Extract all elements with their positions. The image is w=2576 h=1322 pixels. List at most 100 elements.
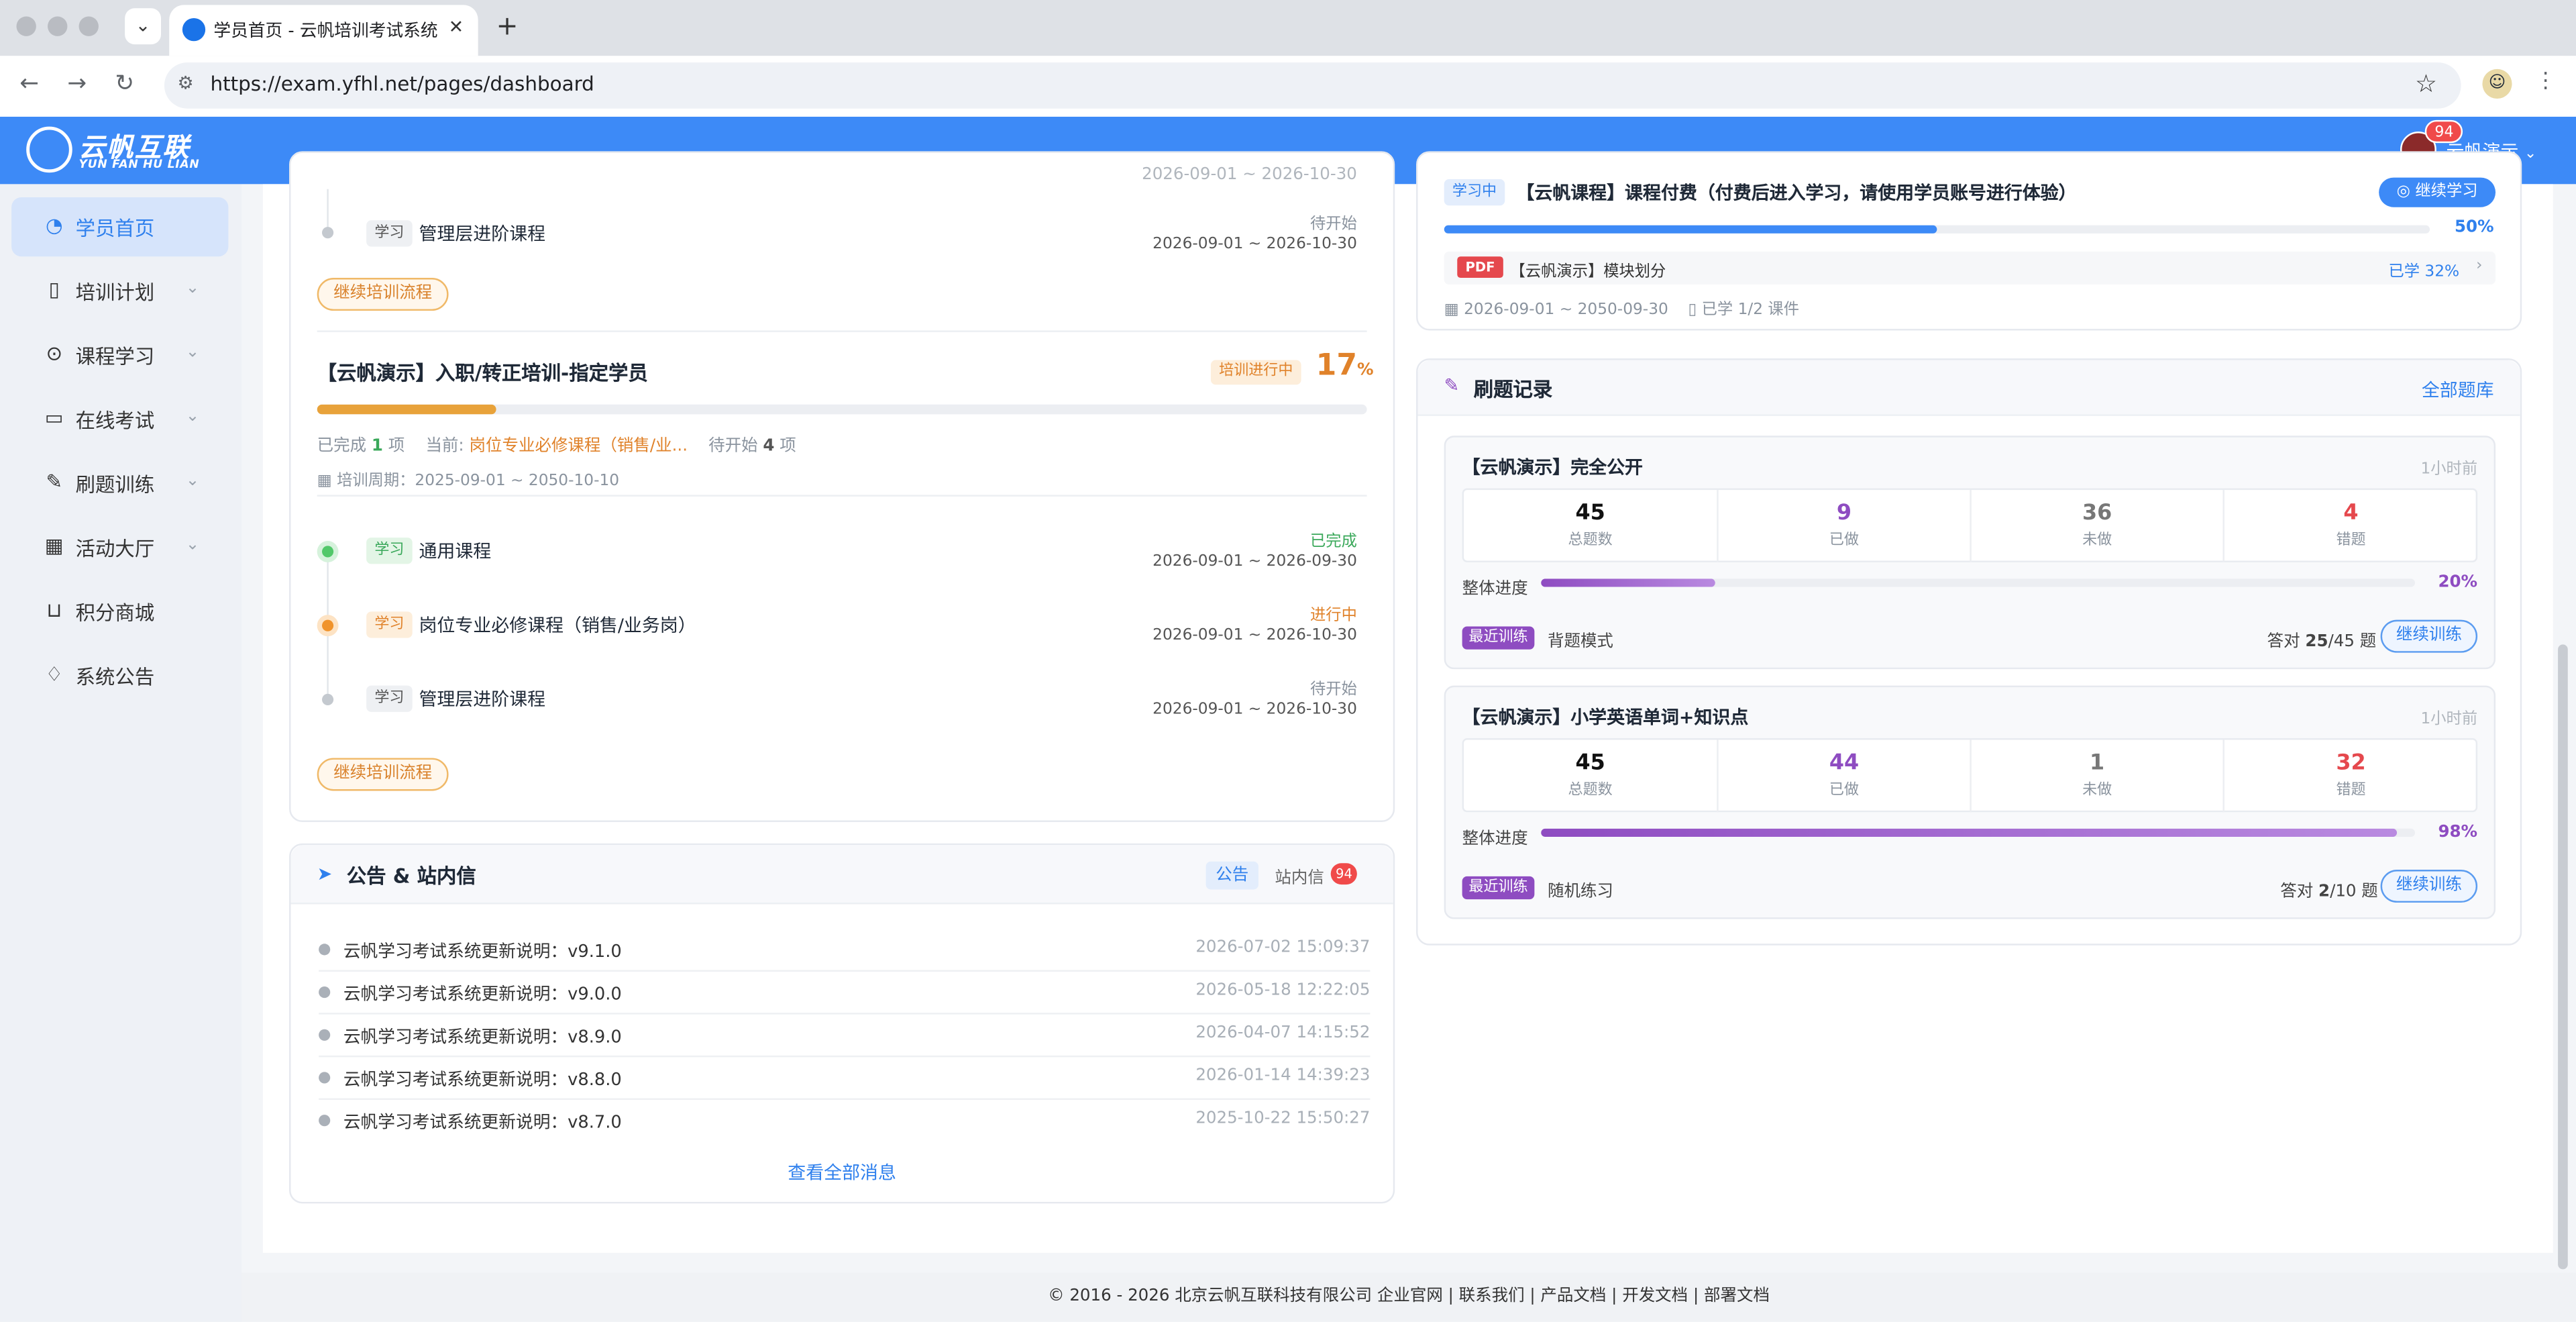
play-icon: ⊙ xyxy=(46,342,63,365)
answer-suffix: 题 xyxy=(2359,633,2377,652)
training-card: 2026-09-01 ~ 2026-10-30 学习 管理层进阶课程 待开始 2… xyxy=(289,151,1395,822)
step-name[interactable]: 管理层进阶课程 xyxy=(419,686,545,712)
stat-total: 45 总题数 xyxy=(1464,740,1719,813)
announcement-text[interactable]: 云帆学习考试系统更新说明：v9.1.0 xyxy=(343,939,622,964)
continue-training-button[interactable]: 继续培训流程 xyxy=(317,278,449,311)
course-card: 学习中 【云帆课程】课程付费（付费后进入学习，请使用学员账号进行体验） ◎ 继续… xyxy=(1416,151,2522,331)
browser-tab[interactable]: 学员首页 - 云帆培训考试系统 ✕ xyxy=(169,5,478,56)
new-tab-plus-icon[interactable]: + xyxy=(496,10,519,42)
announcement-item[interactable]: 云帆学习考试系统更新说明：v9.1.0 2026-07-02 15:09:37 xyxy=(319,929,1371,972)
bank-percent: 20% xyxy=(2438,574,2478,592)
announcement-text[interactable]: 云帆学习考试系统更新说明：v9.0.0 xyxy=(343,982,622,1007)
announcement-item[interactable]: 云帆学习考试系统更新说明：v9.0.0 2026-05-18 12:22:05 xyxy=(319,972,1371,1015)
bullet-dot xyxy=(319,986,331,999)
course-progress-fill xyxy=(1444,225,1937,234)
step-date: 2026-09-01 ~ 2026-10-30 xyxy=(1152,235,1357,254)
announcement-text[interactable]: 云帆学习考试系统更新说明：v8.7.0 xyxy=(343,1110,622,1135)
forward-arrow-icon[interactable]: → xyxy=(67,70,87,97)
tab-search-chevron-icon[interactable]: ⌄ xyxy=(125,8,162,45)
site-settings-icon[interactable]: ⚙ xyxy=(177,72,193,94)
view-all-text: 查看全部消息 xyxy=(788,1162,896,1184)
content-panel: 2026-09-01 ~ 2026-10-30 学习 管理层进阶课程 待开始 2… xyxy=(262,151,2553,1253)
sidebar-item-mall[interactable]: ⊔ 积分商城 xyxy=(11,582,228,641)
file-icon: ▯ xyxy=(1688,301,1697,319)
sidebar-item-dashboard[interactable]: ◔ 学员首页 xyxy=(11,197,229,257)
stat-label: 错题 xyxy=(2336,532,2366,550)
recent-training-tag: 最近训练 xyxy=(1462,876,1535,900)
book-icon: ▯ xyxy=(48,278,60,301)
calendar-icon: ▦ xyxy=(317,472,332,491)
browser-menu-icon[interactable]: ⋮ xyxy=(2535,69,2557,94)
timeline-dot-active xyxy=(322,619,334,631)
view-all-messages-link[interactable]: 查看全部消息 xyxy=(290,1159,1393,1185)
stat-wrong: 4 错题 xyxy=(2224,490,2477,562)
logo-subtext: YUN FAN HU LIAN xyxy=(78,158,200,171)
tab-close-icon[interactable]: ✕ xyxy=(449,17,464,38)
plan-title[interactable]: 【云帆演示】入职/转正培训-指定学员 xyxy=(317,358,648,387)
address-bar[interactable]: ⚙ https://exam.yfhl.net/pages/dashboard … xyxy=(164,62,2461,109)
announcement-item[interactable]: 云帆学习考试系统更新说明：v8.9.0 2026-04-07 14:15:52 xyxy=(319,1015,1371,1058)
announcement-item[interactable]: 云帆学习考试系统更新说明：v8.8.0 2026-01-14 14:39:23 xyxy=(319,1057,1371,1101)
announcement-item[interactable]: 云帆学习考试系统更新说明：v8.7.0 2025-10-22 15:50:27 xyxy=(319,1100,1370,1143)
sidebar-item-training-plan[interactable]: ▯ 培训计划 ⌄ xyxy=(11,262,228,321)
bullet-dot xyxy=(319,1115,331,1127)
stat-label: 已做 xyxy=(1829,782,1860,799)
stat-label: 已做 xyxy=(1829,532,1860,550)
training-mode: 随机练习 xyxy=(1547,882,1613,901)
page-scrollbar[interactable] xyxy=(2558,644,2568,1270)
course-title[interactable]: 【云帆课程】课程付费（付费后进入学习，请使用学员账号进行体验） xyxy=(1516,179,2076,205)
announcement-time: 2026-01-14 14:39:23 xyxy=(1195,1067,1371,1085)
profile-avatar-icon[interactable]: ☺ xyxy=(2482,68,2512,99)
all-question-bank-link[interactable]: 全部题库 xyxy=(2422,376,2494,403)
bank-name: 【云帆演示】完全公开 xyxy=(1462,457,1643,478)
bookmark-star-icon[interactable]: ☆ xyxy=(2415,69,2437,99)
announcement-title: 公告 & 站内信 xyxy=(346,864,476,888)
back-arrow-icon[interactable]: ← xyxy=(19,70,39,97)
window-maximize-dot[interactable] xyxy=(78,16,99,36)
tab-notice[interactable]: 公告 xyxy=(1205,861,1258,890)
sidebar-item-activity[interactable]: ▦ 活动大厅 ⌄ xyxy=(11,518,228,577)
sidebar-item-practice[interactable]: ✎ 刷题训练 ⌄ xyxy=(11,454,228,513)
current-label: 当前: xyxy=(425,437,464,456)
courseware-row[interactable]: PDF 【云帆演示】模块划分 已学 32% › xyxy=(1444,251,2496,285)
tab-mail[interactable]: 站内信 xyxy=(1275,863,1324,888)
course-status-badge: 学习中 xyxy=(1444,179,1505,206)
sidebar-item-exam[interactable]: ▭ 在线考试 ⌄ xyxy=(11,390,228,449)
window-minimize-dot[interactable] xyxy=(48,16,68,36)
step-name[interactable]: 岗位专业必修课程（销售/业务岗） xyxy=(419,611,696,638)
announcement-text[interactable]: 云帆学习考试系统更新说明：v8.8.0 xyxy=(343,1067,622,1092)
sidebar-item-notice[interactable]: ♢ 系统公告 xyxy=(11,646,228,705)
course-percent: 50% xyxy=(2454,218,2494,237)
answer-correct: 2 xyxy=(2318,882,2330,901)
continue-training-button[interactable]: 继续培训流程 xyxy=(317,758,449,791)
url-text[interactable]: https://exam.yfhl.net/pages/dashboard xyxy=(210,72,594,95)
reload-icon[interactable]: ↻ xyxy=(115,70,134,97)
continue-practice-button[interactable]: 继续训练 xyxy=(2380,619,2478,653)
announcement-time: 2026-07-02 15:09:37 xyxy=(1195,938,1371,957)
stat-done: 44 已做 xyxy=(1719,740,1972,813)
stat-value: 36 xyxy=(2082,501,2112,526)
continue-practice-button[interactable]: 继续训练 xyxy=(2380,870,2478,903)
tab-title: 学员首页 - 云帆培训考试系统 xyxy=(213,21,438,42)
sidebar: ◔ 学员首页 ▯ 培训计划 ⌄ ⊙ 课程学习 ⌄ ▭ 在线考试 ⌄ ✎ 刷题训练 ⌄ ▦ 活动大厅 ⌄… xyxy=(0,184,242,1322)
continue-learning-button[interactable]: ◎ 继续学习 xyxy=(2379,177,2496,207)
bank-progress-bar xyxy=(1541,578,2416,587)
sidebar-item-label: 系统公告 xyxy=(75,666,155,689)
step-name[interactable]: 通用课程 xyxy=(419,538,491,564)
step-status: 待开始 xyxy=(1310,680,1357,699)
sidebar-item-course[interactable]: ⊙ 课程学习 ⌄ xyxy=(11,325,228,385)
answer-stats: 答对 25/45 题 xyxy=(2267,626,2377,651)
exam-icon: ▭ xyxy=(44,406,64,429)
window-close-dot[interactable] xyxy=(16,16,36,36)
question-bank-item[interactable]: 【云帆演示】完全公开 1小时前 45 总题数 9 已做 36 未做 4 错题 整体进度 … xyxy=(1444,436,2496,670)
step-name[interactable]: 管理层进阶课程 xyxy=(419,220,545,246)
announcement-time: 2026-05-18 12:22:05 xyxy=(1195,981,1371,1000)
course-meta: ▦ 2026-09-01 ~ 2050-09-30 ▯ 已学 1/2 课件 xyxy=(1444,296,1799,319)
pdf-badge: PDF xyxy=(1457,256,1503,278)
bank-name: 【云帆演示】小学英语单词+知识点 xyxy=(1462,707,1749,729)
pending-unit: 项 xyxy=(780,437,796,456)
sidebar-item-label: 培训计划 xyxy=(75,281,155,305)
announcement-text[interactable]: 云帆学习考试系统更新说明：v8.9.0 xyxy=(343,1024,622,1049)
footer: © 2016 - 2026 北京云帆互联科技有限公司 企业官网 | 联系我们 |… xyxy=(241,1272,2576,1322)
question-bank-item[interactable]: 【云帆演示】小学英语单词+知识点 1小时前 45 总题数 44 已做 1 未做 32 错… xyxy=(1444,685,2496,919)
